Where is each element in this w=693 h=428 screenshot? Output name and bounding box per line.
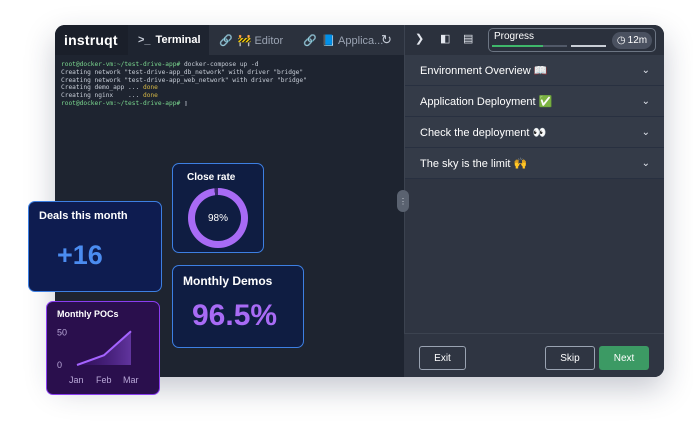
progress-bar bbox=[492, 45, 567, 47]
terminal-line: root@docker-vm:~/test-drive-app# ▯ bbox=[61, 100, 398, 108]
chevron-down-icon: ⌄ bbox=[641, 95, 650, 107]
skip-button[interactable]: Skip bbox=[545, 346, 595, 370]
refresh-icon[interactable]: ↻ bbox=[381, 32, 392, 48]
clock-icon: ◷ bbox=[616, 35, 626, 46]
pocs-chart: 0 50 Jan Feb Mar bbox=[57, 328, 139, 386]
progress-step bbox=[571, 45, 606, 47]
terminal-text: Creating demo_app ... bbox=[61, 84, 143, 92]
pocs-card: Monthly POCs 0 50 Jan Feb Mar bbox=[46, 301, 160, 395]
next-button[interactable]: Next bbox=[599, 346, 649, 370]
terminal-prompt: root@docker-vm:~/test-drive-app# bbox=[61, 99, 181, 107]
exit-button[interactable]: Exit bbox=[419, 346, 466, 370]
terminal-cursor: ▯ bbox=[180, 99, 188, 107]
close-rate-card: Close rate 98% bbox=[172, 163, 264, 253]
card-title: Deals this month bbox=[39, 210, 128, 222]
accordion-label: The sky is the limit 🙌 bbox=[420, 157, 528, 170]
tab-application[interactable]: 🔗 📘 Applica... bbox=[293, 25, 393, 55]
panel-toggle-icon[interactable]: ◧ bbox=[440, 32, 450, 45]
demos-card: Monthly Demos 96.5% bbox=[172, 265, 304, 348]
chevron-down-icon: ⌄ bbox=[641, 126, 650, 138]
deals-value: +16 bbox=[57, 240, 103, 270]
terminal-text: docker-compose up -d bbox=[180, 61, 259, 68]
tab-editor-label: 🚧 Editor bbox=[237, 34, 284, 47]
terminal-status: done bbox=[142, 92, 158, 100]
demos-value: 96.5% bbox=[192, 299, 278, 332]
progress-fill bbox=[492, 45, 543, 47]
chevron-down-icon: ⌄ bbox=[641, 157, 650, 169]
notes-icon[interactable]: ▤ bbox=[463, 32, 473, 45]
accordion-item[interactable]: Check the deployment 👀 ⌄ bbox=[405, 117, 664, 148]
progress-widget: Progress ◷ 12m bbox=[488, 28, 656, 52]
y-tick-label: 50 bbox=[57, 328, 67, 338]
tab-terminal-label: Terminal bbox=[155, 34, 201, 46]
accordion-item[interactable]: Environment Overview 📖 ⌄ bbox=[405, 55, 664, 86]
x-tick-label: Jan bbox=[69, 375, 84, 385]
terminal-icon: >_ bbox=[138, 34, 151, 46]
card-title: Close rate bbox=[187, 172, 236, 183]
timer-value: 12m bbox=[627, 35, 648, 46]
x-tick-label: Feb bbox=[96, 375, 112, 385]
terminal-line: root@docker-vm:~/test-drive-app# docker-… bbox=[61, 61, 398, 69]
accordion-item[interactable]: Application Deployment ✅ ⌄ bbox=[405, 86, 664, 117]
x-tick-label: Mar bbox=[123, 375, 139, 385]
accordion-label: Environment Overview 📖 bbox=[420, 64, 548, 77]
sidebar-header: ❯ ◧ ▤ Progress ◷ 12m bbox=[404, 25, 664, 55]
terminal-text: Creating nginx ... bbox=[61, 92, 143, 100]
resize-handle[interactable]: ⋮ bbox=[397, 190, 409, 212]
accordion-item[interactable]: The sky is the limit 🙌 ⌄ bbox=[405, 148, 664, 179]
terminal-text: Creating network "test-drive-app_db_netw… bbox=[61, 68, 304, 76]
close-rate-value: 98% bbox=[195, 195, 241, 241]
close-rate-ring: 98% bbox=[188, 188, 248, 248]
terminal-line: Creating nginx ... done bbox=[61, 92, 398, 100]
chevron-down-icon: ⌄ bbox=[641, 64, 650, 76]
card-title: Monthly Demos bbox=[183, 274, 273, 288]
terminal-line: Creating demo_app ... done bbox=[61, 84, 398, 92]
tab-application-label: 📘 Applica... bbox=[321, 34, 384, 47]
button-bar: Exit Skip Next bbox=[404, 333, 664, 377]
chevron-right-icon[interactable]: ❯ bbox=[415, 32, 424, 45]
terminal-status: done bbox=[142, 84, 158, 92]
accordion-label: Check the deployment 👀 bbox=[420, 126, 547, 139]
terminal-line: Creating network "test-drive-app_web_net… bbox=[61, 77, 398, 85]
tab-editor[interactable]: 🔗 🚧 Editor bbox=[209, 25, 293, 55]
challenge-sidebar: Environment Overview 📖 ⌄ Application Dep… bbox=[404, 55, 664, 377]
timer-badge: ◷ 12m bbox=[612, 32, 652, 49]
terminal-prompt: root@docker-vm:~/test-drive-app# bbox=[61, 61, 181, 68]
tab-terminal[interactable]: >_ Terminal bbox=[128, 25, 209, 55]
y-tick-label: 0 bbox=[57, 360, 62, 370]
deals-card: Deals this month +16 bbox=[28, 201, 162, 292]
terminal-text: Creating network "test-drive-app_web_net… bbox=[61, 76, 307, 84]
progress-label: Progress bbox=[494, 31, 535, 42]
logo: instruqt bbox=[55, 25, 128, 55]
accordion-label: Application Deployment ✅ bbox=[420, 95, 553, 108]
link-icon: 🔗 bbox=[303, 34, 317, 47]
link-icon: 🔗 bbox=[219, 34, 233, 47]
chart-area bbox=[77, 331, 131, 365]
terminal-line: Creating network "test-drive-app_db_netw… bbox=[61, 69, 398, 77]
